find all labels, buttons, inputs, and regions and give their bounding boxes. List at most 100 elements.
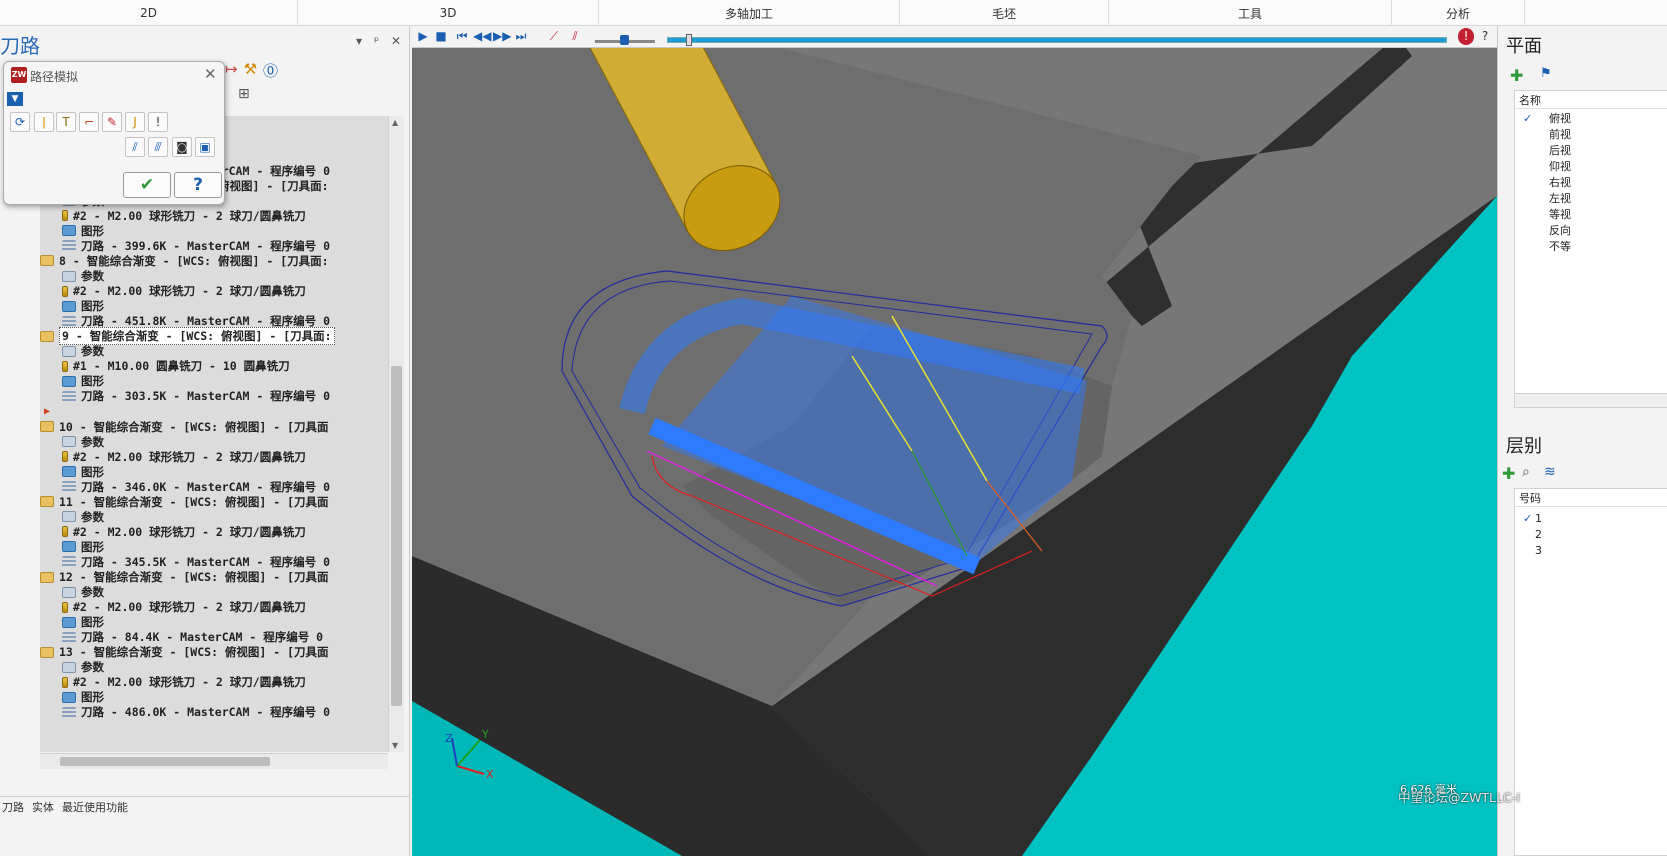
tree-row-geom[interactable]: 图形 (62, 615, 104, 630)
rapid-icon[interactable]: ⌐ (79, 112, 99, 132)
ok-button[interactable]: ✔ (123, 172, 171, 198)
plane-row[interactable]: 后视 (1515, 143, 1667, 159)
tree-row-op[interactable]: 12 - 智能综合渐变 - [WCS: 俯视图] - [刀具面 (40, 570, 329, 585)
tree-row-tool[interactable]: #2 - M2.00 球形铣刀 - 2 球刀/圆鼻铣刀 (62, 524, 306, 539)
tree-row-geom[interactable]: 图形 (62, 539, 104, 554)
tree-row-op[interactable]: 13 - 智能综合渐变 - [WCS: 俯视图] - [刀具面 (40, 645, 329, 660)
layers-icon[interactable]: ≋ (1544, 464, 1556, 480)
play-icon[interactable]: ▶ (415, 28, 431, 45)
tree-row-param[interactable]: 参数 (62, 344, 104, 359)
filter-icon[interactable]: ⊞ (238, 86, 250, 102)
screenshot-icon[interactable]: ◙ (172, 137, 192, 157)
plane-options-icon[interactable]: ⚑ (1540, 66, 1552, 81)
plane-row[interactable]: 左视 (1515, 191, 1667, 207)
tab-2d[interactable]: 2D (0, 0, 298, 26)
path-lines-icon[interactable]: ⫽ (125, 137, 145, 157)
scroll-thumb[interactable] (391, 366, 402, 706)
planes-hscrollbar[interactable] (1515, 393, 1667, 407)
tree-row-tool[interactable]: #1 - M10.00 圆鼻铣刀 - 10 圆鼻铣刀 (62, 359, 290, 374)
step-forward-icon[interactable]: ▶▶ (493, 28, 511, 45)
reset-icon[interactable]: ⟳ (10, 112, 30, 132)
stop-icon[interactable]: ■ (433, 28, 449, 45)
sim-help-icon[interactable]: ? (1477, 28, 1493, 45)
panel-pin-icon[interactable]: ᵖ (374, 34, 379, 48)
plane-row[interactable]: 仰视 (1515, 159, 1667, 175)
tool-display-icon[interactable]: ǀ (34, 112, 54, 132)
tree-row-tp[interactable]: 刀路 - 399.6K - MasterCAM - 程序编号 0 (62, 238, 330, 253)
search-level-icon[interactable]: ⌕ (1522, 464, 1530, 480)
plane-row[interactable]: 反向 (1515, 223, 1667, 239)
tree-row-tp[interactable]: 刀路 - 84.4K - MasterCAM - 程序编号 0 (62, 630, 323, 645)
tab-recent[interactable]: 最近使用功能 (62, 799, 128, 815)
scroll-up-icon[interactable]: ▲ (392, 118, 398, 127)
step-back-icon[interactable]: ◀◀ (473, 28, 491, 45)
tree-row-geom[interactable]: 图形 (62, 464, 104, 479)
speed-thumb[interactable] (620, 35, 629, 45)
plane-row[interactable]: 不等 (1515, 239, 1667, 255)
post-icon[interactable]: ↦ (225, 60, 238, 81)
info-icon[interactable]: ! (148, 112, 168, 132)
panel-menu-icon[interactable]: ▾ (356, 34, 362, 48)
wand-icon[interactable]: ⚒ (244, 60, 257, 81)
add-level-icon[interactable]: ✚ (1502, 464, 1515, 483)
tree-row-op[interactable]: 11 - 智能综合渐变 - [WCS: 俯视图] - [刀具面 (40, 494, 329, 509)
tree-row-tp[interactable]: 刀路 - 346.0K - MasterCAM - 程序编号 0 (62, 479, 330, 494)
tab-toolpaths[interactable]: 刀路 (2, 799, 24, 815)
dialog-close-icon[interactable]: ✕ (204, 65, 217, 83)
tool-shape-icon[interactable]: J (125, 112, 145, 132)
tree-row-op[interactable]: 8 - 智能综合渐变 - [WCS: 俯视图] - [刀具面: (40, 253, 329, 268)
tree-row-geom[interactable]: 图形 (62, 223, 104, 238)
tree-vertical-scrollbar[interactable]: ▲ ▼ (388, 116, 404, 752)
level-row[interactable]: ✓ 1 (1515, 511, 1667, 527)
tree-row-tool[interactable]: #2 - M2.00 球形铣刀 - 2 球刀/圆鼻铣刀 (62, 208, 306, 223)
tree-row-tp[interactable]: 刀路 - 486.0K - MasterCAM - 程序编号 0 (62, 705, 330, 720)
first-icon[interactable]: ⏮ (454, 28, 470, 45)
tab-multiaxis[interactable]: 多轴加工 (599, 0, 900, 26)
last-icon[interactable]: ⏭ (513, 28, 529, 45)
add-plane-icon[interactable]: ✚ (1510, 66, 1523, 85)
tree-row-marker[interactable]: ▶ (44, 404, 50, 419)
tree-row-tp[interactable]: 刀路 - 303.5K - MasterCAM - 程序编号 0 (62, 389, 330, 404)
tree-row-geom[interactable]: 图形 (62, 374, 104, 389)
graphics-viewport[interactable]: X Y Z (412, 26, 1497, 856)
tree-row-geom[interactable]: 图形 (62, 690, 104, 705)
tree-row-op[interactable]: 10 - 智能综合渐变 - [WCS: 俯视图] - [刀具面 (40, 419, 329, 434)
tree-row-geom[interactable]: 图形 (62, 299, 104, 314)
tab-tools[interactable]: 工具 (1109, 0, 1392, 26)
level-row[interactable]: 2 (1515, 527, 1667, 543)
tree-row-param[interactable]: 参数 (62, 585, 104, 600)
tree-row-param[interactable]: 参数 (62, 269, 104, 284)
panel-close-icon[interactable]: ✕ (391, 34, 401, 48)
tab-stock[interactable]: 毛坯 (900, 0, 1109, 26)
tree-row-op[interactable]: 9 - 智能综合渐变 - [WCS: 俯视图] - [刀具面: (40, 327, 335, 346)
tree-row-param[interactable]: 参数 (62, 660, 104, 675)
hscroll-thumb[interactable] (60, 757, 270, 766)
path-all-icon[interactable]: ⫻ (148, 137, 168, 157)
tree-row-param[interactable]: 参数 (62, 509, 104, 524)
progress-track[interactable] (667, 34, 1447, 46)
tree-horizontal-scrollbar[interactable] (40, 753, 388, 769)
plane-row[interactable]: 等视 (1515, 207, 1667, 223)
tree-row-tool[interactable]: #2 - M2.00 球形铣刀 - 2 球刀/圆鼻铣刀 (62, 449, 306, 464)
plane-row[interactable]: 前视 (1515, 127, 1667, 143)
plane-row[interactable]: 右视 (1515, 175, 1667, 191)
tab-analysis[interactable]: 分析 (1392, 0, 1525, 26)
scroll-down-icon[interactable]: ▼ (392, 741, 398, 750)
tree-row-tool[interactable]: #2 - M2.00 球形铣刀 - 2 球刀/圆鼻铣刀 (62, 600, 306, 615)
tab-solids[interactable]: 实体 (32, 799, 54, 815)
holder-display-icon[interactable]: T (56, 112, 76, 132)
endpoint-icon[interactable]: ✎ (102, 112, 122, 132)
tree-row-tool[interactable]: #2 - M2.00 球形铣刀 - 2 球刀/圆鼻铣刀 (62, 675, 306, 690)
save-icon[interactable]: ▣ (195, 137, 215, 157)
tree-row-tp[interactable]: 刀路 - 345.5K - MasterCAM - 程序编号 0 (62, 554, 330, 569)
speed-slider[interactable] (595, 35, 655, 45)
plane-row[interactable]: ✓ 俯视 (1515, 111, 1667, 127)
tree-row-tool[interactable]: #2 - M2.00 球形铣刀 - 2 球刀/圆鼻铣刀 (62, 284, 306, 299)
help-icon[interactable]: ⓪ (263, 60, 278, 81)
tab-3d[interactable]: 3D (298, 0, 599, 26)
trace-icon[interactable]: ⟋ (546, 28, 562, 45)
path-mode-icon[interactable]: ⫽ (567, 28, 583, 45)
progress-marker[interactable] (686, 34, 692, 46)
warning-icon[interactable]: ! (1458, 28, 1474, 45)
help-button[interactable]: ? (174, 172, 222, 198)
